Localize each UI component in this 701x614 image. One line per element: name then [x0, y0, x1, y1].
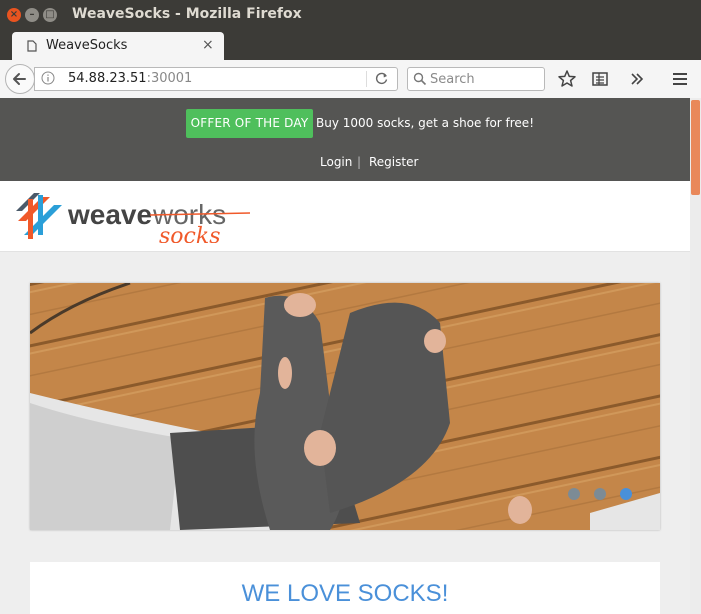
reload-icon[interactable] — [375, 71, 389, 85]
url-separator — [366, 71, 367, 87]
carousel-dot-2[interactable] — [594, 488, 606, 500]
promo-bar: OFFER OF THE DAY Buy 1000 socks, get a s… — [0, 98, 690, 181]
navigation-bar: 54.88.23.51:30001 — [0, 60, 701, 99]
maximize-icon[interactable]: □ — [43, 8, 57, 22]
scrollbar-thumb[interactable] — [691, 100, 700, 195]
reading-list-icon[interactable] — [590, 69, 610, 89]
page-scrollbar[interactable] — [690, 98, 701, 614]
offer-of-the-day-button[interactable]: OFFER OF THE DAY — [186, 109, 313, 138]
login-link[interactable]: Login — [320, 155, 352, 169]
window-titlebar: × – □ WeaveSocks - Mozilla Firefox — [0, 0, 701, 30]
url-bar[interactable]: 54.88.23.51:30001 — [34, 67, 398, 91]
url-port: :30001 — [146, 71, 193, 86]
close-icon[interactable]: × — [7, 8, 21, 22]
hero-carousel[interactable] — [30, 283, 660, 530]
window-title: WeaveSocks - Mozilla Firefox — [72, 6, 302, 22]
login-separator: | — [357, 155, 362, 169]
tab-weavesocks[interactable]: WeaveSocks × — [12, 32, 224, 60]
page-icon — [27, 40, 37, 52]
weaveworks-logo-icon[interactable]: weave works socks — [14, 191, 254, 243]
url-text[interactable]: 54.88.23.51:30001 — [68, 71, 192, 86]
svg-text:weave: weave — [67, 199, 152, 230]
we-love-socks-section: WE LOVE SOCKS! — [30, 562, 660, 614]
page-viewport: OFFER OF THE DAY Buy 1000 socks, get a s… — [0, 98, 690, 614]
tab-label: WeaveSocks — [46, 38, 128, 53]
hero-slide-image — [30, 283, 660, 530]
back-arrow-icon — [13, 73, 26, 85]
overflow-chevron-icon[interactable] — [627, 69, 647, 89]
tab-strip: WeaveSocks × + — [0, 30, 701, 83]
close-tab-icon[interactable]: × — [202, 37, 214, 53]
site-header: weave works socks — [0, 181, 690, 252]
register-link[interactable]: Register — [369, 155, 418, 169]
carousel-dot-3[interactable] — [620, 488, 632, 500]
carousel-dot-1[interactable] — [568, 488, 580, 500]
back-button[interactable] — [5, 64, 35, 94]
search-input[interactable] — [430, 70, 540, 88]
minimize-icon[interactable]: – — [25, 8, 39, 22]
search-icon — [413, 72, 427, 86]
hamburger-menu-icon[interactable] — [670, 69, 690, 89]
search-box[interactable] — [407, 67, 545, 91]
info-icon[interactable] — [41, 71, 55, 85]
url-host: 54.88.23.51 — [68, 71, 147, 86]
star-icon[interactable] — [557, 69, 577, 89]
section-heading: WE LOVE SOCKS! — [241, 580, 449, 607]
offer-text: Buy 1000 socks, get a shoe for free! — [316, 116, 534, 130]
svg-text:socks: socks — [159, 224, 220, 243]
